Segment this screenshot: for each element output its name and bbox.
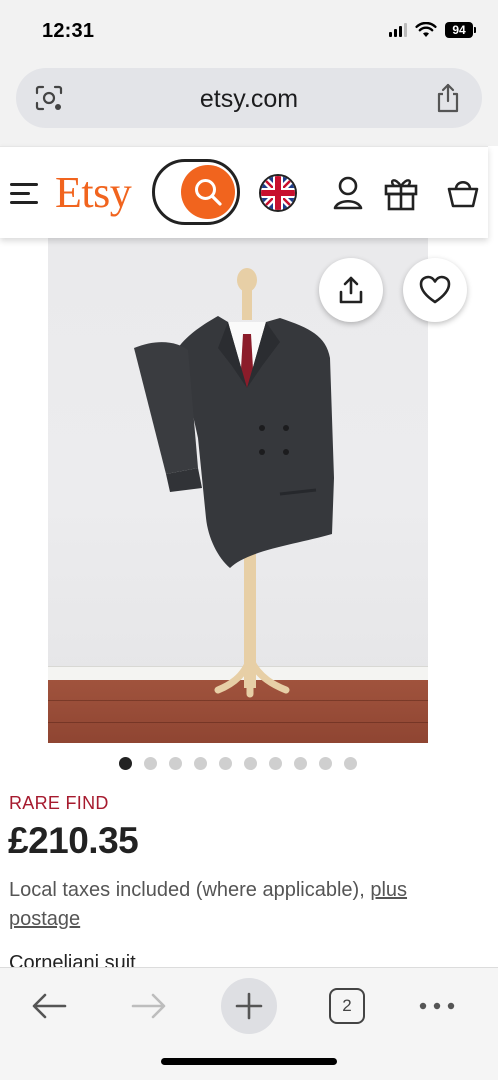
carousel-dot[interactable]: [169, 757, 182, 770]
rare-find-badge: RARE FIND: [9, 793, 109, 813]
carousel-dot[interactable]: [194, 757, 207, 770]
product-price: £210.35: [8, 820, 139, 861]
share-icon: [339, 276, 363, 304]
carousel-dot[interactable]: [144, 757, 157, 770]
carousel-dot[interactable]: [344, 757, 357, 770]
wifi-icon: [415, 22, 437, 37]
tax-note: Local taxes included (where applicable),…: [9, 876, 479, 934]
product-title[interactable]: Corneliani suit: [9, 950, 136, 968]
status-bar: 12:31 94: [0, 0, 498, 58]
browser-address-area: etsy.com: [0, 58, 498, 146]
uk-flag-icon[interactable]: [259, 174, 297, 212]
tabs-button[interactable]: 2: [319, 978, 375, 1034]
tax-text: Local taxes included (where applicable),: [9, 879, 371, 901]
more-icon: [419, 1002, 455, 1010]
battery-icon: 94: [445, 22, 476, 38]
favorite-button[interactable]: [403, 258, 467, 322]
carousel-dot[interactable]: [319, 757, 332, 770]
new-tab-button[interactable]: [221, 978, 277, 1034]
plus-icon: [235, 992, 263, 1020]
carousel-dot[interactable]: [269, 757, 282, 770]
share-button[interactable]: [319, 258, 383, 322]
signal-icon: [389, 23, 407, 37]
image-carousel-dots: [0, 757, 498, 770]
url-text[interactable]: etsy.com: [16, 85, 482, 114]
forward-arrow-icon: [131, 993, 166, 1019]
site-header: Etsy: [0, 146, 488, 238]
menu-icon[interactable]: [10, 183, 38, 204]
status-time: 12:31: [42, 20, 95, 42]
home-indicator: [161, 1058, 337, 1065]
carousel-dot[interactable]: [244, 757, 257, 770]
user-icon[interactable]: [332, 175, 364, 211]
battery-level: 94: [445, 22, 473, 38]
address-bar[interactable]: etsy.com: [16, 68, 482, 128]
status-icons: 94: [389, 22, 476, 38]
search-icon[interactable]: [181, 165, 235, 219]
share-icon[interactable]: [434, 82, 462, 114]
heart-icon: [419, 275, 451, 304]
carousel-dot[interactable]: [294, 757, 307, 770]
carousel-dot[interactable]: [219, 757, 232, 770]
search-button[interactable]: [152, 159, 240, 225]
gift-icon[interactable]: [384, 175, 418, 211]
etsy-logo[interactable]: Etsy: [55, 167, 132, 218]
back-button[interactable]: [21, 978, 77, 1034]
tabs-icon: 2: [329, 988, 365, 1024]
cart-icon[interactable]: [446, 177, 480, 209]
carousel-dot[interactable]: [119, 757, 132, 770]
back-arrow-icon: [32, 993, 67, 1019]
more-button[interactable]: [409, 978, 465, 1034]
forward-button[interactable]: [121, 978, 177, 1034]
